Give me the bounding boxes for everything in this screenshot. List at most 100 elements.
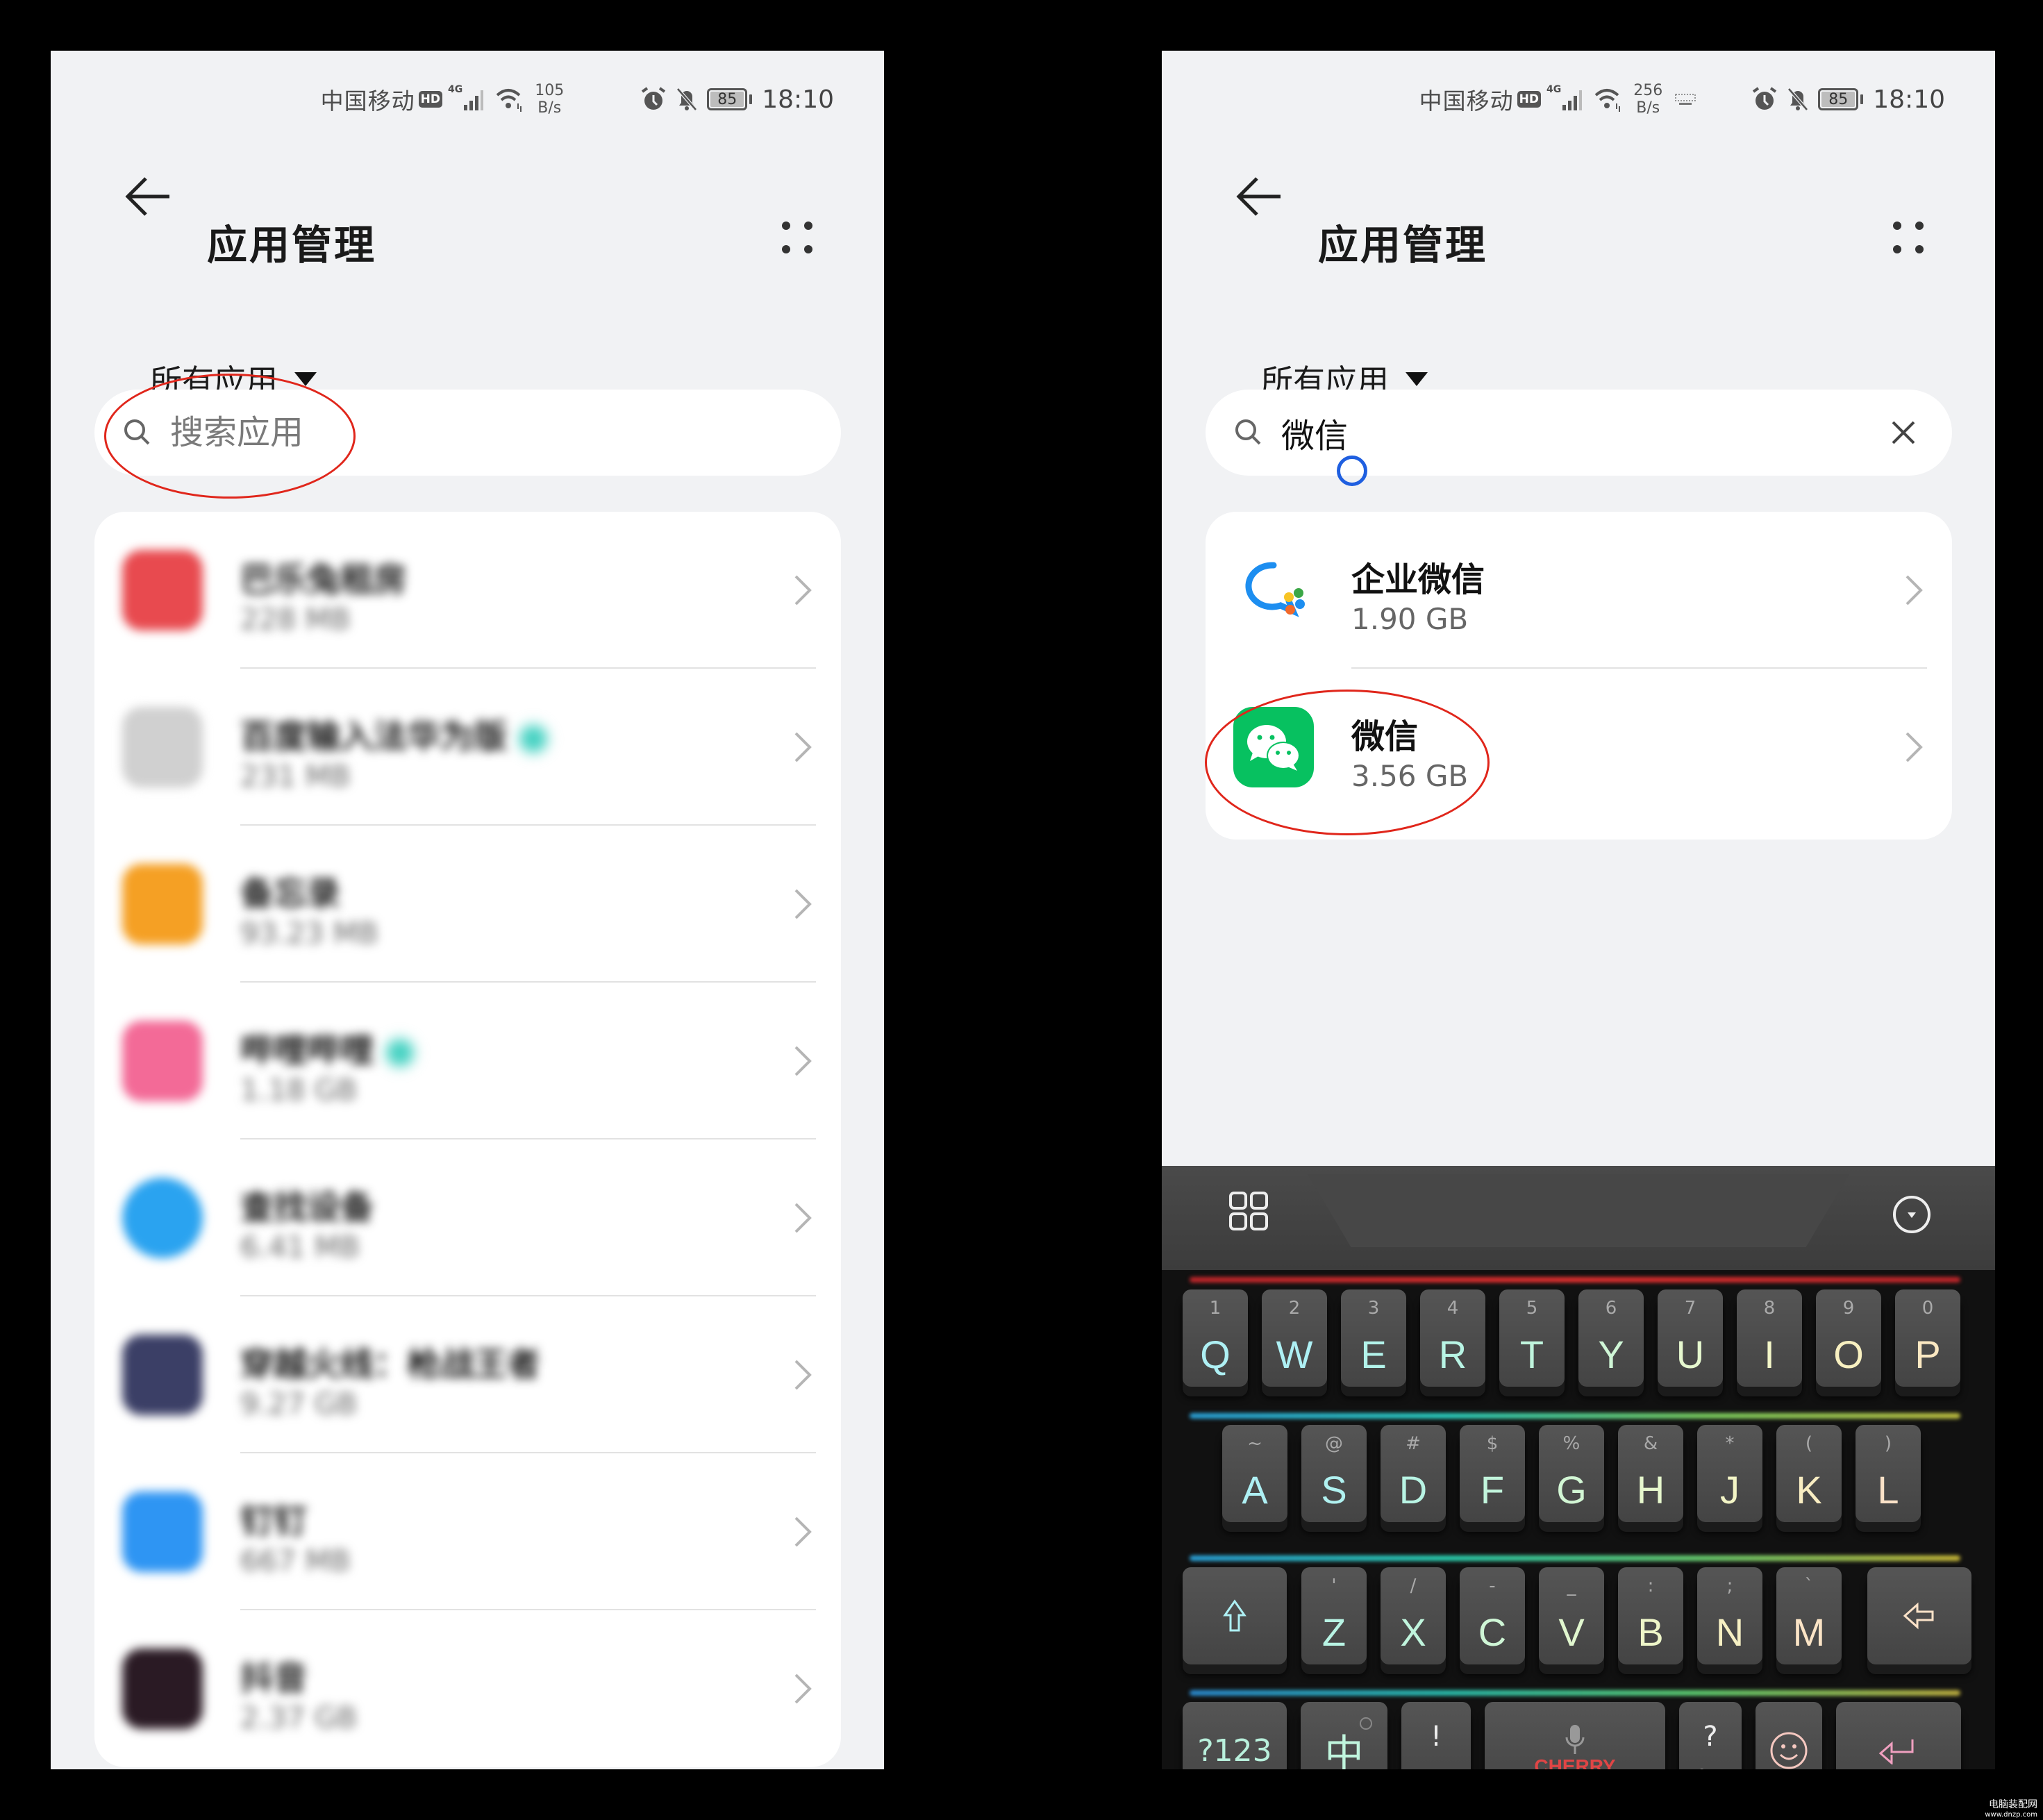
back-arrow-icon xyxy=(125,177,169,216)
dropdown-triangle-icon xyxy=(294,372,317,386)
key-j[interactable]: * J xyxy=(1697,1425,1762,1522)
search-input[interactable] xyxy=(1281,413,1837,452)
chevron-right-icon xyxy=(794,1046,812,1076)
app-name: 查找设备 xyxy=(240,1188,374,1227)
app-name: 百度输入法华为版 xyxy=(240,709,548,758)
key-w[interactable]: 2W xyxy=(1262,1289,1327,1387)
key-secondary-label: ? xyxy=(1703,1721,1718,1753)
chevron-right-icon xyxy=(1906,732,1923,762)
symbols-key[interactable]: ?123 xyxy=(1183,1702,1287,1769)
search-bar[interactable] xyxy=(1206,390,1952,476)
key-b[interactable]: :B xyxy=(1618,1567,1683,1664)
app-row-wechat[interactable]: 微信 3.56 GB xyxy=(1206,669,1952,826)
key-secondary-label: 4 xyxy=(1446,1298,1459,1319)
emoji-key[interactable] xyxy=(1756,1702,1822,1769)
more-options-button[interactable] xyxy=(1887,217,1929,259)
key-m[interactable]: ` M xyxy=(1776,1567,1842,1664)
key-l[interactable]: ) L xyxy=(1856,1425,1921,1522)
chevron-right-icon xyxy=(1906,575,1923,606)
page-title: 应用管理 xyxy=(207,222,377,269)
app-row[interactable]: 钉钉 667 MB xyxy=(94,1453,841,1610)
key-label: 中 xyxy=(1324,1731,1364,1770)
key-label: K xyxy=(1796,1468,1822,1512)
app-row[interactable]: 巴乐兔租房 228 MB xyxy=(94,512,841,669)
key-label: Q xyxy=(1200,1333,1231,1376)
back-arrow-icon xyxy=(1236,177,1281,216)
key-c[interactable]: -C xyxy=(1460,1567,1525,1664)
back-button[interactable] xyxy=(1231,169,1287,224)
app-row[interactable]: 查找设备 6.41 MB xyxy=(94,1139,841,1296)
punctuation-key-period[interactable]: ?。 xyxy=(1679,1702,1742,1769)
app-icon xyxy=(122,1492,203,1572)
key-label: S xyxy=(1321,1468,1347,1512)
network-type: 4G xyxy=(1546,84,1562,95)
key-u[interactable]: 7U xyxy=(1658,1289,1723,1387)
key-label: U xyxy=(1676,1333,1705,1376)
keyboard-hide-icon xyxy=(1893,1196,1931,1233)
key-g[interactable]: % G xyxy=(1539,1425,1604,1522)
key-label: V xyxy=(1558,1610,1585,1654)
key-secondary-label: 5 xyxy=(1526,1298,1538,1319)
app-row[interactable]: 抖音 2.37 GB xyxy=(94,1610,841,1767)
key-label: O xyxy=(1833,1333,1864,1376)
key-secondary-label: % xyxy=(1562,1433,1581,1454)
key-label: Z xyxy=(1321,1610,1346,1654)
key-d[interactable]: # D xyxy=(1381,1425,1446,1522)
watermark: 电脑装配网 www.dnzp.com xyxy=(1985,1797,2037,1819)
space-key[interactable]: CHERRY xyxy=(1485,1702,1665,1769)
key-o[interactable]: 9O xyxy=(1816,1289,1881,1387)
key-f[interactable]: $ F xyxy=(1460,1425,1525,1522)
key-n[interactable]: ; N xyxy=(1697,1567,1762,1664)
shift-key[interactable] xyxy=(1183,1567,1287,1664)
app-row[interactable]: 哔哩哔哩 1.18 GB xyxy=(94,983,841,1139)
app-row-wecom[interactable]: 企业微信 1.90 GB xyxy=(1206,512,1952,669)
chevron-right-icon xyxy=(794,1673,812,1704)
key-z[interactable]: ' Z xyxy=(1301,1567,1367,1664)
page-title: 应用管理 xyxy=(1318,222,1488,269)
wecom-icon xyxy=(1233,550,1314,631)
app-icon xyxy=(122,1335,203,1415)
backspace-key[interactable] xyxy=(1867,1567,1971,1664)
key-i[interactable]: 8I xyxy=(1737,1289,1802,1387)
network-speed: 256 B/s xyxy=(1633,82,1662,117)
key-q[interactable]: 1Q xyxy=(1183,1289,1248,1387)
app-name: 企业微信 xyxy=(1351,560,1485,599)
language-switch-key[interactable]: 中 xyxy=(1301,1702,1387,1769)
app-icon xyxy=(122,550,203,631)
key-s[interactable]: @ S xyxy=(1301,1425,1367,1522)
key-y[interactable]: 6Y xyxy=(1578,1289,1644,1387)
key-secondary-label: 7 xyxy=(1684,1298,1696,1319)
key-h[interactable]: & H xyxy=(1618,1425,1683,1522)
network-type: 4G xyxy=(448,84,463,95)
alarm-icon xyxy=(1753,87,1777,110)
key-label: M xyxy=(1792,1610,1826,1654)
key-secondary-label: & xyxy=(1643,1433,1658,1454)
key-k[interactable]: (K xyxy=(1776,1425,1842,1522)
close-icon xyxy=(1892,421,1915,444)
key-v[interactable]: _ V xyxy=(1539,1567,1604,1664)
key-e[interactable]: 3E xyxy=(1341,1289,1406,1387)
key-p[interactable]: 0P xyxy=(1895,1289,1960,1387)
key-t[interactable]: 5T xyxy=(1499,1289,1565,1387)
keyboard-menu-button[interactable] xyxy=(1228,1190,1269,1232)
status-bar: 中国移动 HD 4G 256 B/s 85 18:10 xyxy=(1419,72,1945,127)
back-button[interactable] xyxy=(120,169,176,224)
clear-search-button[interactable] xyxy=(1886,415,1921,450)
enter-key[interactable] xyxy=(1836,1702,1961,1769)
search-bar[interactable] xyxy=(94,390,841,476)
app-row[interactable]: 百度输入法华为版 231 MB xyxy=(94,669,841,826)
more-options-button[interactable] xyxy=(776,217,818,259)
search-input[interactable] xyxy=(170,413,726,452)
app-icon xyxy=(122,1648,203,1729)
punctuation-key-comma[interactable]: !， xyxy=(1401,1702,1471,1769)
key-a[interactable]: ~ A xyxy=(1222,1425,1287,1522)
key-r[interactable]: 4R xyxy=(1420,1289,1485,1387)
shift-icon xyxy=(1223,1599,1246,1632)
app-row[interactable]: 穿越火线：枪战王者 9.27 GB xyxy=(94,1296,841,1453)
key-x[interactable]: / X xyxy=(1381,1567,1446,1664)
keyboard-hide-button[interactable] xyxy=(1891,1194,1933,1235)
keyboard-backlight xyxy=(1190,1277,1960,1283)
app-row[interactable]: 备忘录 93.23 MB xyxy=(94,826,841,983)
text-cursor-handle[interactable] xyxy=(1337,456,1367,486)
wifi-icon xyxy=(1594,89,1621,112)
